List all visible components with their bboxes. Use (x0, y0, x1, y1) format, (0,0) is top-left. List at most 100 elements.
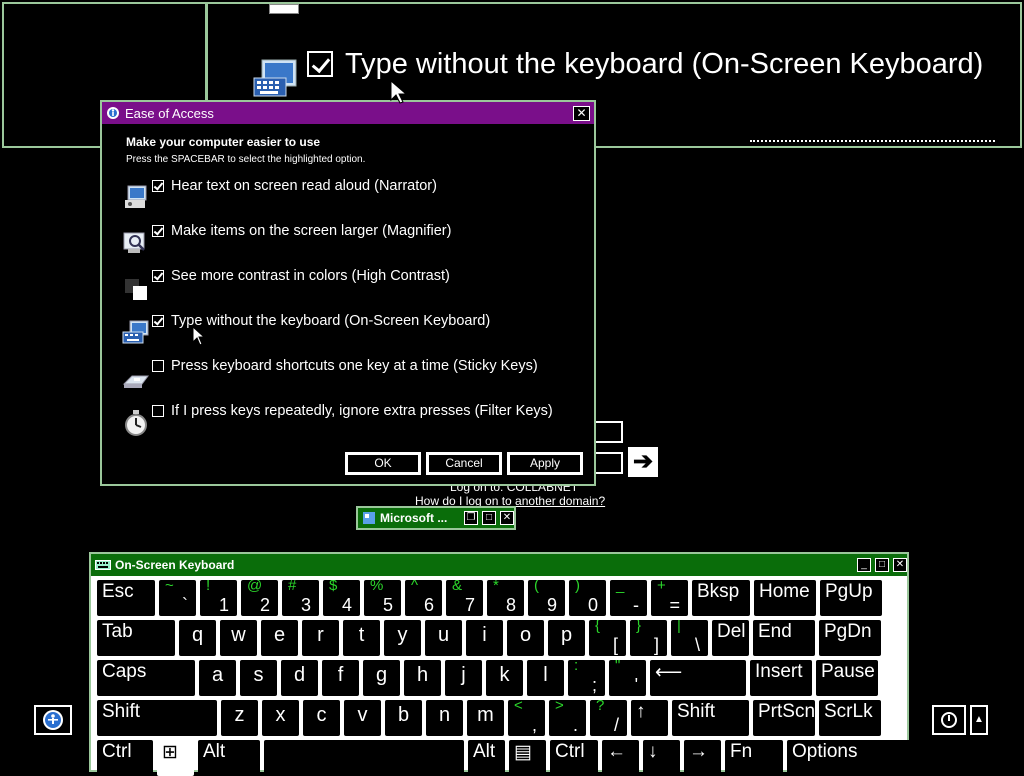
osk-key[interactable]: PgUp (820, 580, 882, 616)
minimize-icon[interactable]: _ (857, 558, 871, 572)
osk-key[interactable]: Options (787, 740, 917, 776)
maximize-icon[interactable]: □ (875, 558, 889, 572)
osk-key[interactable]: Alt (468, 740, 505, 776)
username-field[interactable] (592, 421, 623, 443)
osk-key[interactable]: → (684, 740, 721, 776)
osk-key[interactable]: + = (651, 580, 688, 616)
osk-key[interactable]: m (467, 700, 504, 736)
osk-key[interactable]: k (486, 660, 523, 696)
right-arrow-icon[interactable]: ➔ (628, 447, 658, 477)
osk-key[interactable]: ? / (590, 700, 627, 736)
osk-key[interactable]: t (343, 620, 380, 656)
ease-of-access-button[interactable] (34, 705, 72, 735)
osk-key[interactable]: ← (602, 740, 639, 776)
osk-key[interactable]: Esc (97, 580, 155, 616)
power-button[interactable] (932, 705, 966, 735)
option-filter-keys[interactable]: If I press keys repeatedly, ignore extra… (122, 403, 582, 445)
restore-icon[interactable]: ❐ (464, 511, 478, 525)
osk-key[interactable]: >. (549, 700, 586, 736)
osk-key[interactable]: ! 1 (200, 580, 237, 616)
option-sticky-keys[interactable]: Press keyboard shortcuts one key at a ti… (122, 358, 582, 400)
osk-key[interactable]: r (302, 620, 339, 656)
osk-key[interactable]: a (199, 660, 236, 696)
osk-key[interactable]: ^ 6 (405, 580, 442, 616)
osk-key[interactable]: PgDn (819, 620, 881, 656)
osk-key[interactable]: g (363, 660, 400, 696)
osk-key[interactable]: ▤ (509, 740, 546, 776)
osk-key[interactable]: }] (630, 620, 667, 656)
osk-key[interactable]: Shift (672, 700, 749, 736)
option-on-screen-keyboard[interactable]: Type without the keyboard (On-Screen Key… (122, 313, 582, 355)
osk-key[interactable]: Ctrl (97, 740, 153, 776)
osk-key[interactable]: Shift (97, 700, 217, 736)
osk-key[interactable]: q (179, 620, 216, 656)
osk-key[interactable]: PrtScn (753, 700, 815, 736)
osk-key[interactable]: ↓ (643, 740, 680, 776)
osk-key[interactable]: $4 (323, 580, 360, 616)
osk-key[interactable]: l (527, 660, 564, 696)
osk-key[interactable]: {[ (589, 620, 626, 656)
on-screen-keyboard-checkbox[interactable] (152, 315, 164, 327)
osk-title-bar[interactable]: On-Screen Keyboard _ □ ✕ (91, 554, 907, 576)
osk-key[interactable]: ) 0 (569, 580, 606, 616)
osk-key[interactable]: ↑ (631, 700, 668, 736)
ok-button[interactable]: OK (344, 451, 422, 476)
osk-key[interactable] (264, 740, 464, 776)
dialog-title-bar[interactable]: Ease of Access ✕ (102, 102, 594, 124)
osk-key[interactable]: d (281, 660, 318, 696)
magnifier-checkbox[interactable] (152, 225, 164, 237)
option-narrator[interactable]: Hear text on screen read aloud (Narrator… (122, 178, 582, 220)
osk-key[interactable]: v (344, 700, 381, 736)
osk-key[interactable]: i (466, 620, 503, 656)
option-high-contrast[interactable]: See more contrast in colors (High Contra… (122, 268, 582, 310)
osk-key[interactable]: Bksp (692, 580, 750, 616)
osk-key[interactable]: x (262, 700, 299, 736)
high-contrast-checkbox[interactable] (152, 270, 164, 282)
osk-key[interactable]: y (384, 620, 421, 656)
sticky-keys-checkbox[interactable] (152, 360, 164, 372)
power-options-arrow[interactable]: ▲ (970, 705, 988, 735)
osk-key[interactable]: j (445, 660, 482, 696)
osk-key[interactable]: n (426, 700, 463, 736)
osk-key[interactable]: % 5 (364, 580, 401, 616)
osk-key[interactable]: ⊞ (157, 740, 194, 776)
osk-key[interactable]: e (261, 620, 298, 656)
osk-key[interactable]: Fn (725, 740, 783, 776)
osk-key[interactable]: s (240, 660, 277, 696)
osk-key[interactable]: Caps (97, 660, 195, 696)
osk-key[interactable]: ⟵ (650, 660, 746, 696)
osk-key[interactable]: z (221, 700, 258, 736)
apply-button[interactable]: Apply (506, 451, 584, 476)
osk-key[interactable]: u (425, 620, 462, 656)
filter-keys-checkbox[interactable] (152, 405, 164, 417)
osk-key[interactable]: Home (754, 580, 816, 616)
osk-key[interactable]: Alt (198, 740, 260, 776)
osk-key[interactable]: <, (508, 700, 545, 736)
osk-key[interactable]: h (404, 660, 441, 696)
osk-key[interactable]: (9 (528, 580, 565, 616)
osk-key[interactable]: :; (568, 660, 605, 696)
osk-key[interactable]: ~ ` (159, 580, 196, 616)
osk-key[interactable]: Insert (750, 660, 812, 696)
osk-key[interactable]: _ - (610, 580, 647, 616)
osk-key[interactable]: | \ (671, 620, 708, 656)
osk-key[interactable]: f (322, 660, 359, 696)
option-magnifier[interactable]: Make items on the screen larger (Magnifi… (122, 223, 582, 265)
osk-key[interactable]: o (507, 620, 544, 656)
narrator-checkbox[interactable] (152, 180, 164, 192)
osk-key[interactable]: " ' (609, 660, 646, 696)
osk-key[interactable]: Tab (97, 620, 175, 656)
osk-key[interactable]: * 8 (487, 580, 524, 616)
osk-key[interactable]: w (220, 620, 257, 656)
osk-key[interactable]: Ctrl (550, 740, 598, 776)
close-icon[interactable]: ✕ (573, 105, 590, 121)
osk-key[interactable]: b (385, 700, 422, 736)
osk-key[interactable]: p (548, 620, 585, 656)
osk-key[interactable]: ScrLk (819, 700, 881, 736)
close-icon[interactable]: ✕ (893, 558, 907, 572)
osk-key[interactable]: @2 (241, 580, 278, 616)
osk-key[interactable]: #3 (282, 580, 319, 616)
osk-key[interactable]: Del (712, 620, 749, 656)
osk-key[interactable]: End (753, 620, 815, 656)
osk-key[interactable]: c (303, 700, 340, 736)
